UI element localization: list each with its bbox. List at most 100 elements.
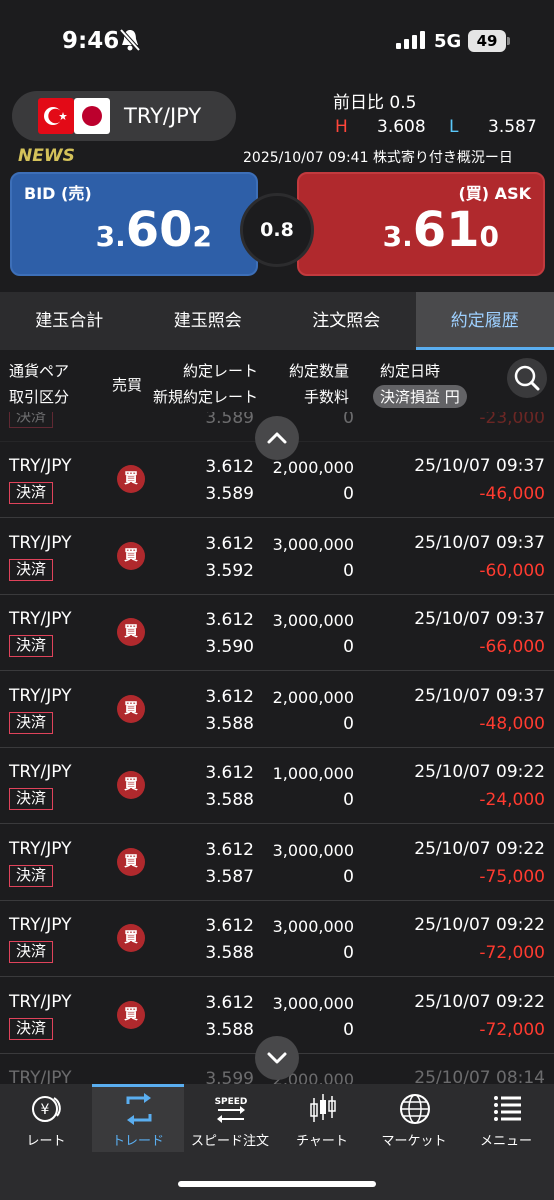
rate-cell: 3.612 (205, 992, 254, 1013)
scroll-up-button[interactable] (255, 416, 299, 460)
new-rate-cell: 3.588 (205, 790, 254, 810)
bell-slash-icon (119, 28, 141, 52)
bid-button[interactable]: BID (売) 3.602 (10, 172, 258, 276)
date-cell: 25/10/07 09:22 (414, 915, 545, 935)
svg-text:¥: ¥ (41, 1102, 50, 1118)
status-bar: 9:46 5G 49 (0, 0, 554, 80)
currency-pair-selector[interactable]: TRY/JPY (12, 91, 236, 141)
pair-cell: TRY/JPY (9, 456, 72, 476)
fee-cell: 0 (343, 484, 354, 504)
new-rate-cell: 3.592 (205, 560, 254, 581)
tab-execution-history[interactable]: 約定履歴 (415, 292, 554, 350)
fee-cell: 0 (343, 637, 354, 657)
date-cell: 25/10/07 09:37 (414, 456, 545, 476)
table-row[interactable]: TRY/JPY 決済 買 3.612 3.588 1,000,000 0 25/10/07 0… (0, 748, 554, 824)
side-badge: 買 (117, 694, 145, 723)
col-pair: 通貨ペア (9, 362, 70, 380)
table-row[interactable]: TRY/JPY 決済 買 3.612 3.592 3,000,000 0 25/10/07 0… (0, 519, 554, 595)
trade-type-badge: 決済 (9, 788, 54, 810)
news-label[interactable]: NEWS (18, 146, 75, 166)
date-cell: 25/10/07 09:22 (414, 762, 545, 782)
pl-cell: -72,000 (479, 1019, 545, 1040)
nav-speed-order[interactable]: SPEED スピード注文 (184, 1084, 276, 1152)
col-fee: 手数料 (303, 388, 349, 406)
side-badge: 買 (117, 847, 145, 876)
side-badge: 買 (117, 1000, 145, 1029)
fee-cell: 0 (343, 866, 354, 887)
table-row[interactable]: TRY/JPY 決済 買 3.612 3.588 2,000,000 0 25/10/07 0… (0, 672, 554, 748)
quantity-cell: 3,000,000 (272, 840, 354, 860)
rate-cell: 3.612 (205, 839, 254, 860)
date-cell: 25/10/07 09:37 (414, 685, 545, 706)
scroll-down-button[interactable] (255, 1036, 299, 1080)
nav-menu[interactable]: メニュー (460, 1084, 552, 1152)
side-badge: 買 (117, 771, 145, 799)
quantity-cell: 2,000,000 (272, 458, 354, 477)
search-button[interactable] (507, 358, 547, 398)
table-row[interactable]: TRY/JPY 決済 買 3.612 3.587 3,000,000 0 25/10/07 0… (0, 825, 554, 901)
col-rate: 約定レート (182, 362, 258, 380)
pair-cell: TRY/JPY (9, 838, 72, 859)
yen-coin-icon: ¥ (32, 1096, 61, 1122)
new-rate-cell: 3.588 (205, 713, 254, 734)
table-row[interactable]: TRY/JPY 決済 買 3.612 3.588 3,000,000 0 25/10/07 0… (0, 901, 554, 977)
nav-market[interactable]: マーケット (368, 1084, 460, 1152)
trade-type-badge: 決済 (9, 482, 54, 504)
tab-order-inquiry[interactable]: 注文照会 (277, 292, 416, 350)
pair-name: TRY/JPY (124, 104, 202, 128)
candlestick-chart-icon (310, 1094, 336, 1122)
side-badge: 買 (117, 924, 145, 952)
turkey-flag-icon (38, 98, 74, 134)
news-headline[interactable]: 2025/10/07 09:41 株式寄り付き概況ー日 (243, 147, 513, 167)
pl-cell: -60,000 (479, 560, 545, 581)
search-icon (514, 365, 540, 391)
date-cell: 25/10/07 09:22 (414, 838, 545, 859)
trade-type-badge: 決済 (9, 635, 54, 657)
new-rate-cell: 3.589 (205, 484, 254, 504)
trade-type-badge: 決済 (9, 711, 54, 734)
col-qty: 約定数量 (288, 362, 349, 380)
nav-rate[interactable]: ¥ レート (0, 1084, 92, 1152)
rate-cell: 3.612 (205, 610, 254, 630)
ask-button[interactable]: (買) ASK 3.610 (297, 172, 545, 276)
pair-cell: TRY/JPY (9, 762, 72, 782)
spread-badge: 0.8 (240, 193, 314, 267)
quantity-cell: 3,000,000 (272, 534, 354, 554)
clock: 9:46 (62, 28, 120, 54)
new-rate-cell: 3.588 (205, 943, 254, 963)
pair-cell: TRY/JPY (9, 609, 72, 629)
nav-trade[interactable]: トレード (92, 1084, 184, 1152)
nav-chart[interactable]: チャート (276, 1084, 368, 1152)
col-pl-toggle[interactable]: 決済損益 円 (373, 385, 467, 408)
high-label: H (335, 117, 348, 137)
quantity-cell: 2,000,000 (272, 687, 354, 707)
network-type: 5G (434, 31, 462, 52)
signal-icon (396, 31, 425, 49)
column-headers: 通貨ペア 取引区分 売買 約定レート 新規約定レート 約定数量 手数料 約定日時… (0, 350, 554, 412)
col-date: 約定日時 (380, 362, 441, 380)
new-rate-cell: 3.588 (205, 1019, 254, 1040)
tab-position-inquiry[interactable]: 建玉照会 (139, 292, 278, 350)
trade-type-badge: 決済 (9, 558, 54, 581)
trade-type-badge: 決済 (9, 864, 54, 887)
new-rate-cell: 3.587 (205, 866, 254, 887)
japan-flag-icon (74, 98, 110, 134)
pl-cell: -24,000 (479, 790, 545, 810)
table-row[interactable]: TRY/JPY 決済 買 3.612 3.590 3,000,000 0 25/10/07 0… (0, 595, 554, 671)
pl-cell: -48,000 (479, 713, 545, 734)
pl-cell: -66,000 (479, 637, 545, 657)
high-value: 3.608 (377, 117, 426, 137)
fee-cell: 0 (343, 560, 354, 581)
tab-position-summary[interactable]: 建玉合計 (0, 292, 139, 350)
trade-arrows-icon (126, 1093, 152, 1125)
battery-tip (507, 37, 510, 45)
trade-type-badge: 決済 (9, 1017, 54, 1040)
side-badge: 買 (117, 465, 145, 493)
col-trade-type: 取引区分 (9, 388, 70, 406)
pl-cell: -75,000 (479, 866, 545, 887)
date-cell: 25/10/07 09:37 (414, 609, 545, 629)
execution-history-list[interactable]: 決済 3.589 0 -23,000 TRY/JPY 決済買 3.612 3.589 2… (0, 412, 554, 1084)
battery-icon: 49 (468, 30, 506, 52)
quantity-cell: 3,000,000 (272, 611, 354, 630)
quantity-cell: 3,000,000 (272, 917, 354, 936)
